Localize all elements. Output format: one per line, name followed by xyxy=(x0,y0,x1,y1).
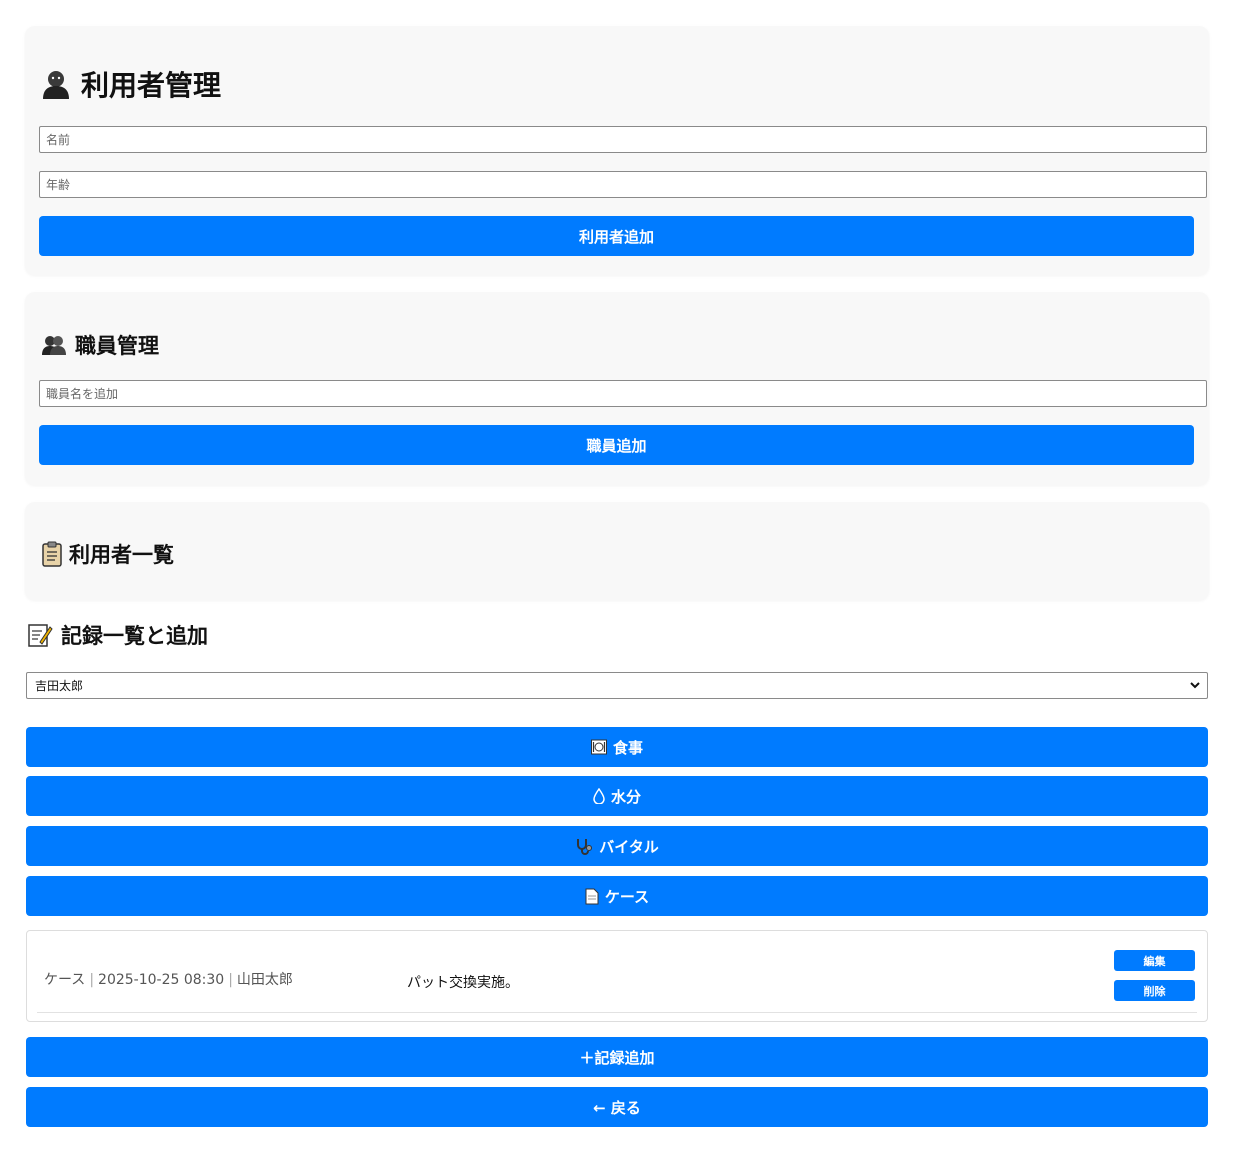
back-label: ← 戻る xyxy=(593,1098,641,1117)
user-list-card: 利用者一覧 xyxy=(25,502,1209,600)
staff-management-title: 職員管理 xyxy=(41,330,159,360)
user-age-input[interactable] xyxy=(39,171,1207,198)
chevron-down-icon xyxy=(1189,678,1201,695)
case-button[interactable]: ケース xyxy=(26,876,1208,916)
people-icon xyxy=(41,334,67,356)
meal-button[interactable]: 食事 xyxy=(26,727,1208,767)
record-divider xyxy=(37,1012,1197,1013)
person-icon xyxy=(41,68,71,100)
record-category: ケース xyxy=(44,972,86,988)
staff-management-title-text: 職員管理 xyxy=(75,334,159,358)
back-button[interactable]: ← 戻る xyxy=(26,1087,1208,1127)
user-management-title-text: 利用者管理 xyxy=(81,69,222,102)
record-datetime: 2025-10-25 08:30 xyxy=(98,972,225,988)
record-text: パット交換実施。 xyxy=(407,975,519,991)
add-staff-button[interactable]: 職員追加 xyxy=(39,425,1194,465)
meal-button-label: 食事 xyxy=(612,738,643,757)
record-meta: ケース | 2025-10-25 08:30 | 山田太郎 xyxy=(44,969,293,989)
add-staff-button-label: 職員追加 xyxy=(586,436,647,455)
staff-name-input[interactable] xyxy=(39,380,1207,407)
staff-management-card: 職員管理 職員追加 xyxy=(25,292,1209,485)
water-button-label: 水分 xyxy=(610,787,641,806)
meta-separator: | xyxy=(228,972,233,988)
edit-record-button[interactable]: 編集 xyxy=(1114,950,1195,971)
add-user-button[interactable]: 利用者追加 xyxy=(39,216,1194,256)
record-entry: ケース | 2025-10-25 08:30 | 山田太郎 パット交換実施。 編集 削除 xyxy=(26,930,1208,1022)
memo-icon xyxy=(27,622,53,648)
meta-separator: | xyxy=(89,972,95,988)
water-drop-icon xyxy=(593,788,605,804)
records-title-text: 記録一覧と追加 xyxy=(61,624,208,648)
delete-record-button[interactable]: 削除 xyxy=(1114,980,1195,1001)
delete-record-label: 削除 xyxy=(1143,984,1166,998)
edit-record-label: 編集 xyxy=(1143,954,1166,968)
clipboard-icon xyxy=(41,541,63,567)
vitals-button-label: バイタル xyxy=(599,837,659,856)
add-record-button[interactable]: ＋記録追加 xyxy=(26,1037,1208,1077)
user-select-value: 吉田太郎 xyxy=(35,679,84,693)
user-list-title: 利用者一覧 xyxy=(41,539,174,569)
user-management-card: 利用者管理 利用者追加 xyxy=(25,26,1209,275)
vitals-button[interactable]: バイタル xyxy=(26,826,1208,866)
add-record-label: ＋記録追加 xyxy=(579,1048,655,1067)
record-staff: 山田太郎 xyxy=(236,972,293,988)
add-user-button-label: 利用者追加 xyxy=(578,227,654,246)
records-title: 記録一覧と追加 xyxy=(27,620,208,650)
user-management-title: 利用者管理 xyxy=(41,64,221,104)
user-name-input[interactable] xyxy=(39,126,1207,153)
meal-icon xyxy=(590,739,607,755)
user-list-title-text: 利用者一覧 xyxy=(69,543,174,567)
case-button-label: ケース xyxy=(604,887,650,906)
document-icon xyxy=(585,888,599,905)
stethoscope-icon xyxy=(575,837,593,855)
user-select[interactable]: 吉田太郎 xyxy=(26,672,1208,699)
water-button[interactable]: 水分 xyxy=(26,776,1208,816)
